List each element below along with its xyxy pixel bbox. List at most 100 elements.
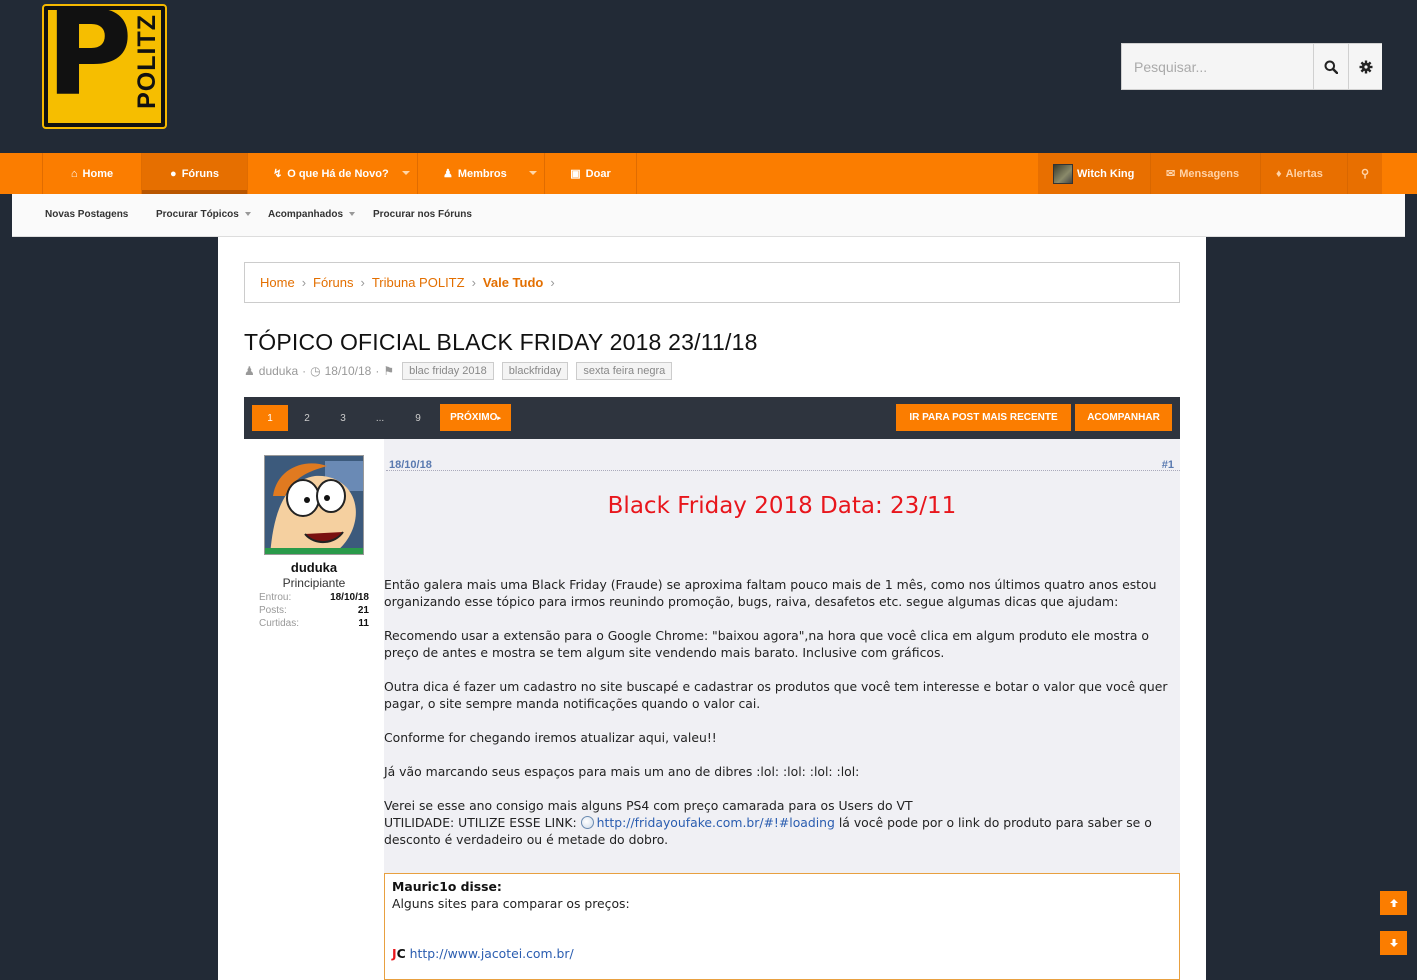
page-ellipsis[interactable]: ... — [367, 405, 393, 431]
chevron-down-icon[interactable] — [529, 171, 537, 175]
post: duduka Principiante Entrou: 18/10/18 Pos… — [244, 439, 1180, 980]
account-bar: Witch King ✉ Mensagens ♦ Alertas ⚲ — [1038, 153, 1382, 194]
avatar — [1053, 163, 1073, 184]
quote-text: Alguns sites para comparar os preços: — [392, 896, 630, 911]
search-input[interactable] — [1122, 44, 1313, 89]
stat-value[interactable]: 21 — [358, 605, 369, 616]
latest-post-button[interactable]: IR PARA POST MAIS RECENTE — [896, 404, 1071, 431]
breadcrumb-forums[interactable]: Fóruns — [313, 275, 353, 290]
bell-icon: ♦ — [1276, 167, 1282, 180]
post-body: Então galera mais uma Black Friday (Frau… — [384, 576, 1174, 865]
breadcrumb-vale-tudo[interactable]: Vale Tudo — [483, 275, 543, 290]
user-stat-likes: Curtidas: 11 — [259, 618, 369, 629]
post-paragraph: Outra dica é fazer um cadastro no site b… — [384, 679, 1168, 711]
quote-author[interactable]: Mauric1o disse: — [392, 879, 1172, 894]
quote-block: Mauric1o disse: Alguns sites para compar… — [384, 873, 1180, 980]
external-link[interactable]: http://www.jacotei.com.br/ — [410, 946, 574, 961]
messages-label: Mensagens — [1179, 167, 1240, 180]
chevron-right-icon[interactable]: › — [550, 275, 554, 290]
page-title: TÓPICO OFICIAL BLACK FRIDAY 2018 23/11/1… — [244, 329, 758, 355]
alerts-label: Alertas — [1285, 167, 1323, 180]
tag[interactable]: blac friday 2018 — [402, 361, 494, 380]
scroll-top-button[interactable] — [1380, 891, 1407, 915]
chevron-right-icon: › — [471, 275, 476, 290]
tab-home[interactable]: ⌂ Home — [42, 153, 141, 194]
stat-label: Curtidas: — [259, 618, 300, 629]
page-link-current[interactable]: 1 — [252, 405, 288, 431]
logo-letter: P — [46, 4, 133, 122]
search-icon — [1324, 60, 1338, 74]
stat-label: Entrou: — [259, 592, 292, 603]
user-stat-posts: Posts: 21 — [259, 605, 369, 616]
search-options-button[interactable] — [1348, 44, 1382, 89]
page-link[interactable]: 2 — [294, 405, 320, 431]
tab-whats-new[interactable]: ↯ O que Há de Novo? — [247, 153, 417, 194]
envelope-icon: ✉ — [1166, 168, 1176, 180]
thread-date[interactable]: 18/10/18 — [325, 364, 372, 378]
sub-nav: Novas Postagens Procurar Tópicos Acompan… — [12, 194, 1405, 237]
scroll-bottom-button[interactable] — [1380, 931, 1407, 955]
post-username[interactable]: duduka — [244, 560, 384, 575]
money-icon: ▣ — [570, 168, 581, 180]
avatar-image — [265, 456, 363, 554]
post-paragraph: Já vão marcando seus espaços para mais u… — [384, 764, 860, 779]
users-icon: ♟ — [443, 168, 453, 180]
page-nav-bar: 1 2 3 ... 9 PRÓXIMO ▸ IR PARA POST MAIS R… — [244, 397, 1180, 439]
user-stat-joined: Entrou: 18/10/18 — [259, 592, 369, 603]
search-button[interactable] — [1313, 44, 1348, 89]
site-header: P POLITZ — [0, 0, 1417, 153]
chevron-right-icon: › — [360, 275, 365, 290]
avatar[interactable] — [264, 455, 364, 555]
account-menu[interactable]: Witch King — [1038, 153, 1150, 194]
gear-icon — [1359, 60, 1372, 73]
post-user-info: duduka Principiante Entrou: 18/10/18 Pos… — [244, 439, 384, 980]
external-link[interactable]: http://fridayoufake.com.br/#!#loading — [597, 815, 835, 830]
chevron-down-icon[interactable] — [244, 212, 251, 217]
tab-donate[interactable]: ▣ Doar — [544, 153, 637, 194]
stat-label: Posts: — [259, 605, 287, 616]
thread-author[interactable]: duduka — [259, 364, 298, 378]
chevron-down-icon[interactable] — [349, 212, 356, 217]
post-user-title: Principiante — [282, 576, 346, 590]
subnav-search-forums[interactable]: Procurar nos Fóruns — [373, 209, 472, 220]
tags-icon: ⚑ — [383, 363, 395, 378]
post-paragraph: Então galera mais uma Black Friday (Frau… — [384, 577, 1157, 609]
meta-separator: · — [302, 363, 307, 378]
subnav-watched[interactable]: Acompanhados — [268, 209, 356, 220]
stat-value: 11 — [358, 618, 369, 629]
tab-forums[interactable]: ● Fóruns — [141, 153, 247, 194]
chevron-right-icon: › — [301, 275, 307, 290]
subnav-new-posts[interactable]: Novas Postagens — [45, 209, 128, 220]
next-page-button[interactable]: PRÓXIMO ▸ — [440, 404, 511, 431]
breadcrumb: Home › Fóruns › Tribuna POLITZ › Vale Tu… — [244, 262, 1180, 303]
globe-icon — [580, 816, 594, 829]
alerts-link[interactable]: ♦ Alertas — [1260, 153, 1347, 194]
tab-donate-label: Doar — [585, 167, 611, 180]
clock-icon: ◷ — [310, 363, 321, 378]
tag[interactable]: blackfriday — [501, 361, 569, 380]
breadcrumb-tribuna[interactable]: Tribuna POLITZ — [372, 275, 465, 290]
tag[interactable]: sexta feira negra — [576, 361, 673, 380]
page-link[interactable]: 9 — [405, 405, 431, 431]
watch-thread-button[interactable]: ACOMPANHAR — [1075, 404, 1172, 431]
tab-whats-new-label: O que Há de Novo? — [287, 167, 389, 180]
arrow-up-icon — [1389, 899, 1398, 907]
arrow-down-icon — [1389, 939, 1398, 947]
post-headline: Black Friday 2018 Data: 23/11 — [607, 493, 957, 519]
tab-members[interactable]: ♟ Membros — [417, 153, 544, 194]
messages-link[interactable]: ✉ Mensagens — [1150, 153, 1260, 194]
account-username: Witch King — [1077, 167, 1135, 180]
post-divider — [386, 470, 1180, 471]
subnav-search-threads[interactable]: Procurar Tópicos — [156, 209, 251, 220]
chevron-down-icon[interactable] — [402, 171, 410, 175]
breadcrumb-home[interactable]: Home — [260, 275, 295, 290]
lightbulb-button[interactable]: ⚲ — [1347, 153, 1382, 194]
meta-separator: · — [375, 363, 380, 378]
comments-icon: ● — [170, 167, 177, 180]
site-logo[interactable]: P POLITZ — [42, 4, 167, 129]
logo-wordmark: POLITZ — [133, 14, 161, 109]
tab-forums-label: Fóruns — [181, 167, 219, 180]
home-icon: ⌂ — [70, 167, 78, 180]
page-link[interactable]: 3 — [330, 405, 356, 431]
subnav-search-threads-label: Procurar Tópicos — [156, 209, 239, 220]
